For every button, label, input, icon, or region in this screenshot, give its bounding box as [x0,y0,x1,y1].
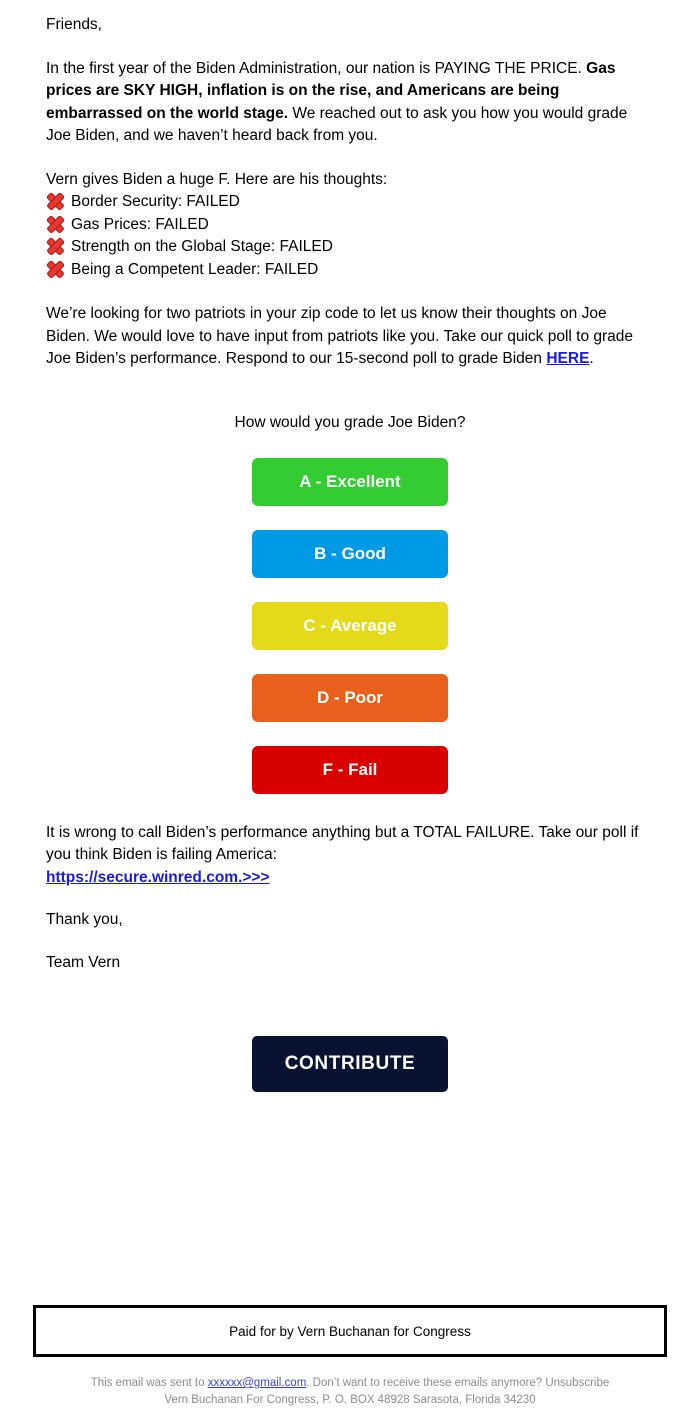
cross-mark-icon [46,238,65,254]
list-heading: Vern gives Biden a huge F. Here are his … [46,170,388,188]
closing-link-wrap: https://secure.winred.com.>>> [46,867,654,890]
list-item: Gas Prices: FAILED [46,214,654,237]
list-item-label: Gas Prices: FAILED [71,215,209,233]
closing-paragraph: It is wrong to call Biden’s performance … [46,823,639,864]
grade-button-f[interactable]: F - Fail [252,745,448,794]
grade-button-c[interactable]: C - Average [252,601,448,650]
fail-list: Border Security: FAILED Gas Prices: FAIL… [46,191,654,281]
footer-address-line: Vern Buchanan For Congress, P. O. BOX 48… [164,1393,536,1406]
signature: Team Vern [46,953,121,971]
list-item: Border Security: FAILED [46,191,654,214]
footer-sent-line: This email was sent to xxxxxx@gmail.com.… [0,1375,700,1392]
grade-button-b[interactable]: B - Good [252,529,448,578]
email-body: Friends, In the first year of the Biden … [0,0,700,1092]
paid-for-text: Paid for by Vern Buchanan for Congress [229,1323,471,1339]
footer-sent-prefix: This email was sent to [90,1377,208,1389]
cross-mark-icon [46,261,65,277]
list-item: Strength on the Global Stage: FAILED [46,236,654,259]
thank-you: Thank you, [46,911,123,928]
list-item-label: Being a Competent Leader: FAILED [71,260,319,278]
contribute-button[interactable]: CONTRIBUTE [252,1036,448,1092]
email-footer: This email was sent to xxxxxx@gmail.com.… [0,1375,700,1408]
poll-paragraph-before: We’re looking for two patriots in your z… [46,305,634,367]
closing-section: It is wrong to call Biden’s performance … [46,820,654,975]
cross-mark-icon [46,216,65,232]
poll-paragraph-after: . [589,350,594,367]
contribute-wrap: CONTRIBUTE [46,974,654,1092]
footer-sent-suffix: . Don’t want to receive these emails any… [306,1377,610,1389]
intro-paragraph: In the first year of the Biden Administr… [46,58,654,148]
poll-paragraph: We’re looking for two patriots in your z… [46,303,654,371]
recipient-email-link[interactable]: xxxxxx@gmail.com [208,1377,307,1389]
grade-question: How would you grade Joe Biden? [234,413,466,431]
list-item-label: Border Security: FAILED [71,193,240,210]
list-item-label: Strength on the Global Stage: FAILED [71,238,333,255]
cross-mark-icon [46,193,65,209]
grade-button-a[interactable]: A - Excellent [252,457,448,506]
list-item: Being a Competent Leader: FAILED [46,259,654,282]
greeting: Friends, [46,16,102,33]
here-link[interactable]: HERE [546,350,589,367]
grade-buttons-group: A - Excellent B - Good C - Average D - P… [46,457,654,820]
intro-lead: In the first year of the Biden Administr… [46,59,587,77]
winred-link[interactable]: https://secure.winred.com.>>> [46,869,270,886]
grade-button-d[interactable]: D - Poor [252,673,448,722]
paid-for-disclaimer-box: Paid for by Vern Buchanan for Congress [33,1305,667,1357]
email-content: Friends, In the first year of the Biden … [0,0,700,1092]
